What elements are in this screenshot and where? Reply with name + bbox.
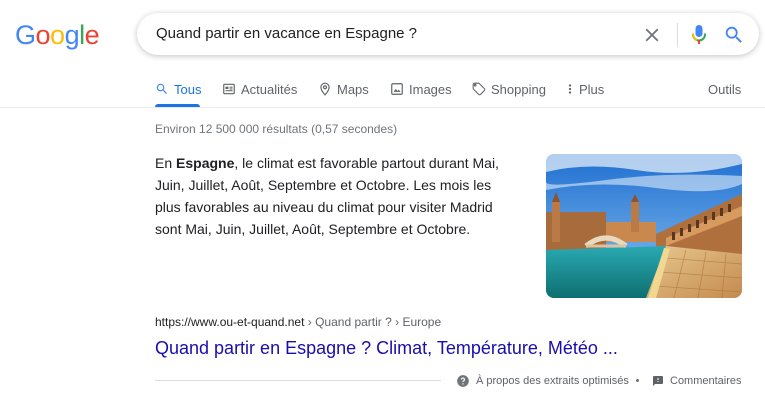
close-icon[interactable]: [641, 24, 663, 46]
logo-letter: e: [84, 20, 100, 50]
tab-label: Shopping: [491, 81, 546, 97]
microphone-icon[interactable]: [689, 23, 709, 47]
image-icon: [391, 83, 403, 95]
google-logo[interactable]: Google: [15, 20, 100, 50]
featured-snippet-text: En Espagne, le climat est favorable part…: [155, 152, 515, 240]
more-vert-icon: [568, 84, 572, 94]
search-input[interactable]: [156, 24, 626, 44]
snippet-image[interactable]: [546, 154, 742, 298]
logo-letter: o: [35, 20, 51, 50]
tab-plus[interactable]: Plus: [566, 80, 604, 98]
tools-button[interactable]: Outils: [708, 80, 741, 98]
tab-label: Images: [409, 81, 452, 97]
search-divider: [677, 23, 678, 47]
logo-letter: o: [50, 20, 65, 50]
tab-images[interactable]: Images: [390, 80, 452, 98]
tab-actualites[interactable]: Actualités: [222, 80, 297, 98]
tab-maps[interactable]: Maps: [318, 80, 369, 98]
snippet-prefix: En: [155, 155, 177, 171]
tab-label: Plus: [579, 81, 605, 97]
tab-shopping[interactable]: Shopping: [472, 80, 546, 98]
logo-letter: g: [64, 20, 80, 50]
search-icon: [156, 83, 167, 94]
feedback-link[interactable]: Commentaires: [652, 374, 742, 388]
feedback-label: Commentaires: [670, 375, 742, 387]
tag-icon: [472, 82, 486, 96]
about-snippets-link[interactable]: À propos des extraits optimisés: [456, 374, 629, 388]
tab-label: Tous: [174, 81, 202, 97]
search-box: [137, 13, 759, 55]
newspaper-icon: [223, 83, 235, 95]
result-cite: https://www.ou-et-quand.net › Quand part…: [155, 314, 441, 330]
snippet-bold: Espagne: [176, 155, 235, 171]
footer-separator-dot: [636, 379, 639, 382]
about-snippets-label: À propos des extraits optimisés: [476, 375, 629, 387]
logo-letter: G: [15, 20, 36, 50]
tab-label: Actualités: [241, 81, 298, 97]
cite-domain: https://www.ou-et-quand.net: [155, 315, 305, 329]
search-icon[interactable]: [723, 24, 745, 46]
feedback-icon: [653, 376, 663, 386]
result-title-link[interactable]: Quand partir en Espagne ? Climat, Tempér…: [155, 336, 618, 360]
result-stats: Environ 12 500 000 résultats (0,57 secon…: [155, 122, 398, 136]
footer-divider: [155, 380, 441, 381]
help-icon: [457, 375, 469, 387]
cite-breadcrumbs: › Quand partir ? › Europe: [304, 315, 442, 329]
tab-tous[interactable]: Tous: [155, 80, 201, 98]
tab-label: Maps: [337, 81, 369, 97]
map-pin-icon: [320, 82, 330, 96]
header-divider: [0, 107, 765, 108]
